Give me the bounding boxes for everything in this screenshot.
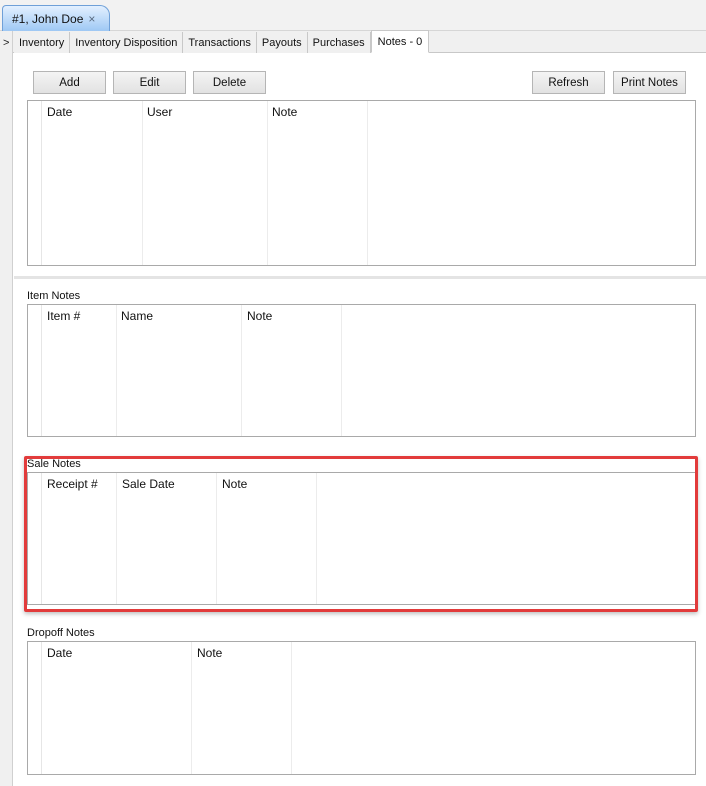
grid-column [42,305,117,436]
subtab-list: Inventory Inventory Disposition Transact… [14,30,430,53]
print-notes-button[interactable]: Print Notes [613,71,686,94]
notes-grid[interactable]: Date User Note [27,100,696,266]
dropoff-notes-grid[interactable]: Date Note [27,641,696,775]
document-tab-strip: #1, John Doe × [0,0,706,31]
column-header-item-number[interactable]: Item # [47,309,80,323]
delete-button[interactable]: Delete [193,71,266,94]
highlight-box [24,456,698,612]
item-notes-label: Item Notes [27,290,81,302]
add-button[interactable]: Add [33,71,106,94]
grid-column [42,101,143,265]
column-header-date[interactable]: Date [47,646,72,660]
grid-column [192,642,292,774]
column-header-note[interactable]: Note [247,309,272,323]
column-header-note[interactable]: Note [197,646,222,660]
grid-column [42,642,192,774]
document-tab-title: #1, John Doe [12,11,84,26]
column-header-note[interactable]: Note [272,105,297,119]
splitter[interactable] [14,276,706,279]
row-header-column [28,101,42,265]
tab-notes[interactable]: Notes - 0 [370,30,430,53]
close-icon[interactable]: × [88,12,95,26]
row-header-column [28,305,42,436]
grid-column [242,305,342,436]
grid-column [117,305,242,436]
chevron-right-icon[interactable]: > [3,37,9,49]
column-header-name[interactable]: Name [121,309,153,323]
column-header-date[interactable]: Date [47,105,72,119]
side-expander[interactable]: > [0,31,13,786]
tab-transactions[interactable]: Transactions [183,32,257,53]
item-notes-grid[interactable]: Item # Name Note [27,304,696,437]
refresh-button[interactable]: Refresh [532,71,605,94]
document-tab-customer[interactable]: #1, John Doe × [2,5,110,31]
grid-column [143,101,268,265]
tab-inventory[interactable]: Inventory [14,32,71,53]
edit-button[interactable]: Edit [113,71,186,94]
row-header-column [28,642,42,774]
dropoff-notes-label: Dropoff Notes [27,627,95,639]
column-header-user[interactable]: User [147,105,172,119]
tab-inventory-disposition[interactable]: Inventory Disposition [70,32,184,53]
tab-payouts[interactable]: Payouts [256,32,308,53]
grid-column [268,101,368,265]
tab-purchases[interactable]: Purchases [307,32,371,53]
